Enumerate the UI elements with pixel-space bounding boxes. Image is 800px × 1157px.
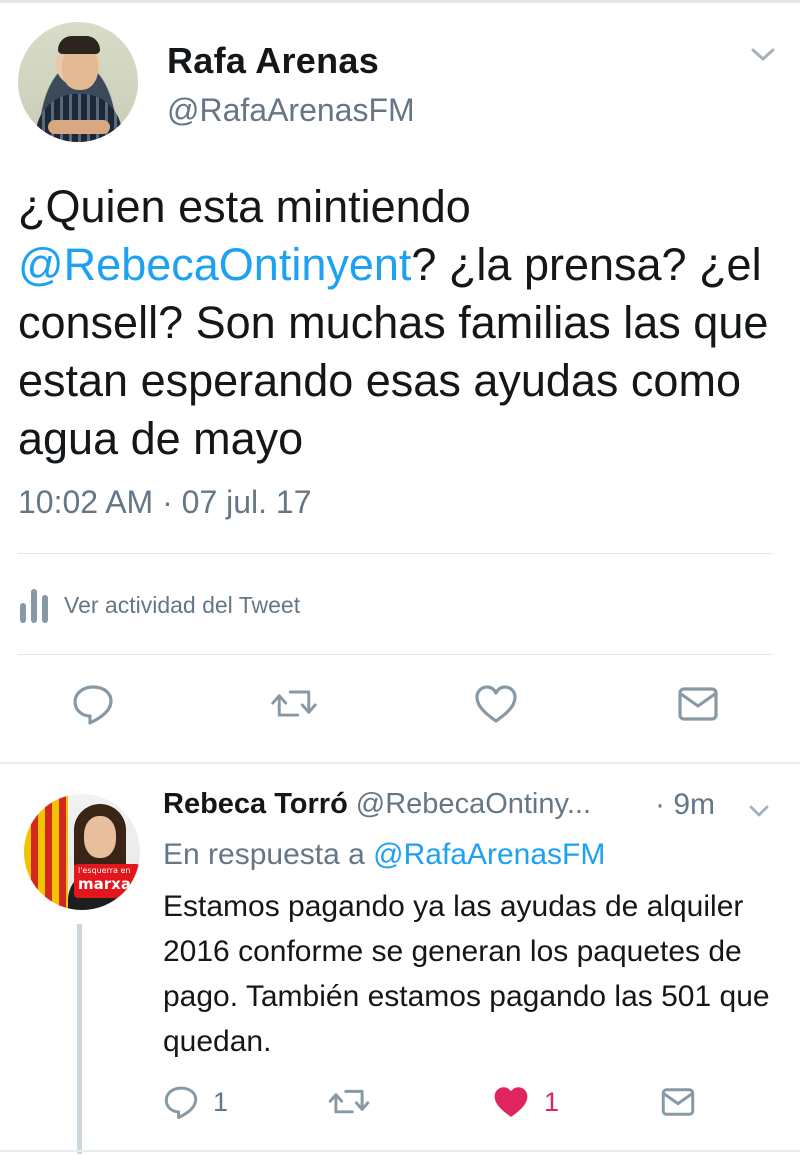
avatar-hair: [58, 36, 100, 54]
tweet-activity-link[interactable]: Ver actividad del Tweet: [18, 582, 300, 628]
share-message-button[interactable]: [674, 680, 722, 728]
main-tweet: Rafa Arenas @RafaArenasFM ¿Quien esta mi…: [0, 0, 800, 760]
reply-to-label: En respuesta a: [163, 838, 374, 871]
chevron-down-icon[interactable]: [748, 803, 770, 819]
analytics-icon: [18, 585, 56, 625]
reply-time: · 9m: [655, 788, 715, 821]
author-handle[interactable]: @RafaArenasFM: [167, 92, 415, 129]
reply-text: Estamos pagando ya las ayudas de alquile…: [163, 890, 770, 1058]
divider: [18, 654, 773, 655]
tweet-text-part1: ¿Quien esta mintiendo: [18, 181, 471, 232]
author-name[interactable]: Rafa Arenas: [167, 40, 379, 82]
avatar-banner-line1: l'esquerra en: [78, 866, 131, 875]
reply-icon: [164, 1086, 198, 1120]
reply-like-button[interactable]: 1: [492, 1080, 559, 1124]
retweet-icon: [328, 1089, 370, 1114]
tweet-text: ¿Quien esta mintiendo @RebecaOntinyent? …: [18, 178, 788, 468]
message-icon: [678, 687, 718, 721]
reply-button[interactable]: [69, 680, 117, 728]
like-button[interactable]: [472, 680, 520, 728]
reply-retweet-button[interactable]: [327, 1080, 371, 1124]
reply-author-avatar[interactable]: l'esquerra en marxa: [24, 794, 140, 910]
reply-author-name[interactable]: Rebeca Torró: [163, 788, 348, 820]
avatar-banner-line2: marxa: [78, 875, 131, 893]
retweet-icon: [271, 690, 317, 717]
reply-reply-button[interactable]: 1: [163, 1080, 228, 1124]
author-avatar[interactable]: [18, 22, 138, 142]
avatar-arms: [48, 120, 110, 134]
activity-label: Ver actividad del Tweet: [64, 591, 301, 618]
divider: [18, 553, 773, 554]
retweet-button[interactable]: [270, 680, 318, 728]
reply-icon: [73, 685, 113, 725]
in-reply-to: En respuesta a @RafaArenasFM: [163, 838, 605, 872]
message-icon: [661, 1088, 695, 1116]
like-icon-filled: [494, 1087, 528, 1117]
like-icon: [475, 685, 517, 723]
reply-author-handle[interactable]: @RebecaOntiny...: [356, 788, 591, 820]
tweet-timestamp: 10:02 AM · 07 jul. 17: [18, 484, 312, 520]
reply-to-mention[interactable]: @RafaArenasFM: [373, 838, 605, 871]
reply-actions: 1 1: [0, 1080, 800, 1124]
section-divider: [0, 762, 800, 764]
avatar-flag: [24, 794, 68, 910]
avatar-banner: l'esquerra en marxa: [74, 864, 140, 898]
reply-count: 1: [213, 1086, 229, 1117]
mention-link[interactable]: @RebecaOntinyent: [18, 239, 411, 290]
bottom-divider: [0, 1150, 800, 1152]
reply-message-button[interactable]: [660, 1080, 696, 1124]
tweet-actions: [0, 680, 800, 740]
chevron-down-icon[interactable]: [750, 46, 776, 64]
avatar-shirt: [36, 94, 122, 142]
avatar-face: [84, 816, 116, 858]
like-count: 1: [544, 1086, 560, 1117]
